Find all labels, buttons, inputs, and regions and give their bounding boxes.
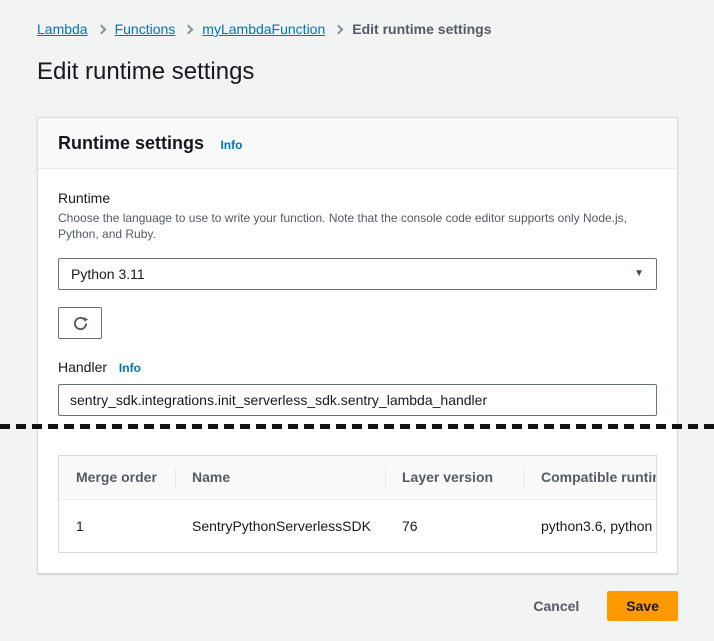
runtime-field-description: Choose the language to use to write your… <box>58 210 657 242</box>
panel-title: Runtime settings <box>58 133 204 153</box>
save-button[interactable]: Save <box>607 591 678 621</box>
breadcrumb-lambda[interactable]: Lambda <box>37 21 88 37</box>
breadcrumb-current: Edit runtime settings <box>352 21 491 37</box>
edit-runtime-settings-page: Lambda Functions myLambdaFunction Edit r… <box>0 0 714 641</box>
handler-field-label: Handler <box>58 359 107 375</box>
layer-table-row: 1 SentryPythonServerlessSDK 76 python3.6… <box>59 499 656 552</box>
cancel-button[interactable]: Cancel <box>533 592 579 620</box>
chevron-right-icon <box>334 24 344 34</box>
page-title: Edit runtime settings <box>37 57 678 87</box>
refresh-runtimes-button[interactable] <box>58 307 102 339</box>
screenshot-cut-dashed-line <box>0 424 714 429</box>
chevron-right-icon <box>184 24 194 34</box>
runtime-settings-panel: Runtime settings Info Runtime Choose the… <box>37 117 678 574</box>
layers-table-container: Merge order Name Layer version Compatibl… <box>58 455 657 553</box>
handler-input[interactable] <box>58 384 657 416</box>
chevron-right-icon <box>96 24 106 34</box>
runtime-field-label: Runtime <box>58 189 657 207</box>
cell-layer-name: SentryPythonServerlessSDK <box>175 499 385 552</box>
column-header-layer-version: Layer version <box>385 456 524 499</box>
footer-actions: Cancel Save <box>37 591 678 621</box>
panel-header: Runtime settings Info <box>38 118 677 169</box>
cell-compatible-runtimes: python3.6, python <box>524 499 656 552</box>
runtime-description-line1: Choose the language to use to write your… <box>58 211 627 225</box>
column-header-merge-order: Merge order <box>59 456 175 499</box>
panel-body: Runtime Choose the language to use to wr… <box>38 169 677 573</box>
cell-merge-order: 1 <box>59 499 175 552</box>
runtime-select[interactable]: Python 3.11 ▼ <box>58 258 657 290</box>
handler-field-label-row: Handler Info <box>58 358 657 377</box>
layers-table: Merge order Name Layer version Compatibl… <box>59 456 656 552</box>
runtime-description-line2: Python, and Ruby. <box>58 227 156 241</box>
layers-table-header-row: Merge order Name Layer version Compatibl… <box>59 456 656 499</box>
column-header-compatible-runtimes: Compatible runtimes <box>524 456 656 499</box>
runtime-settings-info-link[interactable]: Info <box>220 138 242 152</box>
breadcrumb-functions[interactable]: Functions <box>115 21 176 37</box>
handler-info-link[interactable]: Info <box>119 361 141 375</box>
column-header-name: Name <box>175 456 385 499</box>
caret-down-icon: ▼ <box>634 269 644 279</box>
runtime-select-value: Python 3.11 <box>71 266 145 282</box>
breadcrumb: Lambda Functions myLambdaFunction Edit r… <box>37 21 678 37</box>
refresh-icon <box>72 315 89 332</box>
breadcrumb-function-name[interactable]: myLambdaFunction <box>202 21 325 37</box>
cell-layer-version: 76 <box>385 499 524 552</box>
